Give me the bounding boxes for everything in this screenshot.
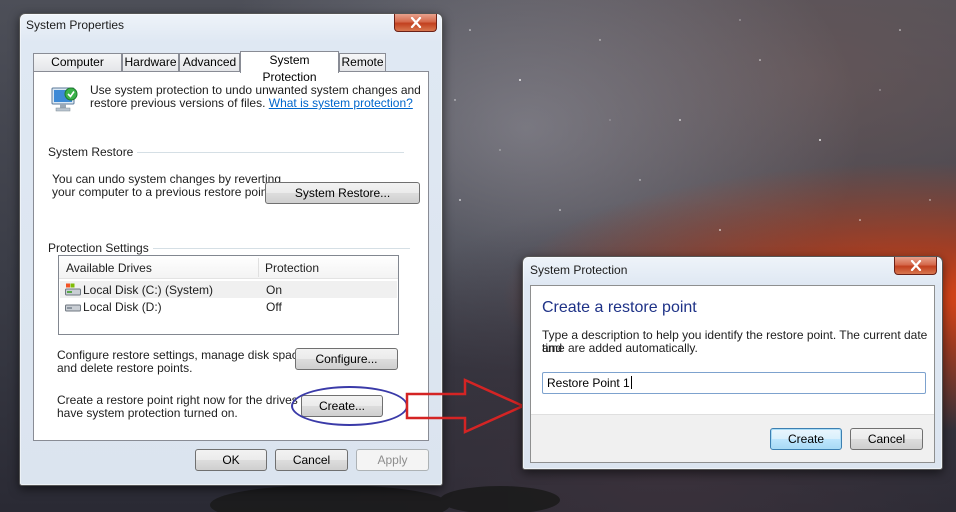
system-protection-window: System Protection Create a restore point… bbox=[522, 256, 943, 470]
system-properties-window: System Properties Computer Name Hardware… bbox=[19, 13, 443, 486]
annotation-arrow-icon bbox=[405, 378, 527, 434]
system-drive-icon bbox=[65, 283, 81, 296]
restore-point-description-input[interactable]: Restore Point 1 bbox=[542, 372, 926, 394]
cancel-button[interactable]: Cancel bbox=[850, 428, 923, 450]
drive-protection-status: On bbox=[266, 283, 283, 297]
tab-system-protection[interactable]: System Protection bbox=[240, 51, 339, 84]
drive-protection-status: Off bbox=[266, 300, 282, 314]
cancel-button[interactable]: Cancel bbox=[275, 449, 348, 471]
drives-list-header: Available Drives Protection bbox=[59, 256, 398, 279]
intro-text-line2-label: restore previous versions of files. bbox=[90, 96, 266, 110]
close-icon bbox=[410, 17, 421, 28]
system-restore-group-title: System Restore bbox=[48, 145, 138, 159]
system-protection-content: Create a restore point Type a descriptio… bbox=[530, 285, 935, 463]
close-icon bbox=[910, 260, 921, 271]
dialog-heading: Create a restore point bbox=[542, 299, 697, 316]
column-separator[interactable] bbox=[258, 258, 259, 277]
tab-computer-name[interactable]: Computer Name bbox=[33, 53, 122, 86]
close-button[interactable] bbox=[894, 257, 937, 275]
drive-icon bbox=[65, 304, 81, 312]
tab-hardware[interactable]: Hardware bbox=[122, 53, 179, 72]
annotation-highlight-oval bbox=[291, 386, 408, 426]
title-bar[interactable]: System Protection bbox=[523, 257, 942, 281]
apply-button[interactable]: Apply bbox=[356, 449, 429, 471]
create-text-line2: have system protection turned on. bbox=[57, 406, 238, 420]
drive-row[interactable]: Local Disk (C:) (System) On bbox=[60, 281, 397, 298]
intro-text-line2: restore previous versions of files. What… bbox=[90, 97, 413, 110]
dialog-footer: Create Cancel bbox=[531, 414, 934, 462]
window-title: System Protection bbox=[530, 263, 628, 277]
drive-row[interactable]: Local Disk (D:) Off bbox=[60, 298, 397, 315]
close-button[interactable] bbox=[394, 14, 437, 32]
configure-text-line2: and delete restore points. bbox=[57, 361, 193, 375]
column-header-protection[interactable]: Protection bbox=[265, 261, 319, 275]
title-bar[interactable]: System Properties bbox=[20, 14, 442, 38]
input-value: Restore Point 1 bbox=[547, 376, 630, 390]
tab-advanced[interactable]: Advanced bbox=[179, 53, 240, 72]
column-header-available-drives[interactable]: Available Drives bbox=[66, 261, 152, 275]
system-restore-text-line2: your computer to a previous restore poin… bbox=[52, 185, 275, 199]
drive-name: Local Disk (D:) bbox=[83, 300, 162, 314]
what-is-system-protection-link[interactable]: What is system protection? bbox=[269, 96, 413, 110]
tab-remote[interactable]: Remote bbox=[339, 53, 386, 72]
system-protection-icon bbox=[51, 87, 78, 112]
create-button[interactable]: Create bbox=[770, 428, 842, 450]
protection-settings-group-title: Protection Settings bbox=[48, 241, 153, 255]
ok-button[interactable]: OK bbox=[195, 449, 267, 471]
window-title: System Properties bbox=[26, 18, 125, 32]
configure-button[interactable]: Configure... bbox=[295, 348, 398, 370]
system-restore-button[interactable]: System Restore... bbox=[265, 182, 420, 204]
drive-name: Local Disk (C:) (System) bbox=[83, 283, 214, 297]
text-caret bbox=[630, 376, 632, 389]
description-line2: time are added automatically. bbox=[542, 341, 698, 355]
available-drives-list[interactable]: Available Drives Protection Local Disk (… bbox=[58, 255, 399, 335]
